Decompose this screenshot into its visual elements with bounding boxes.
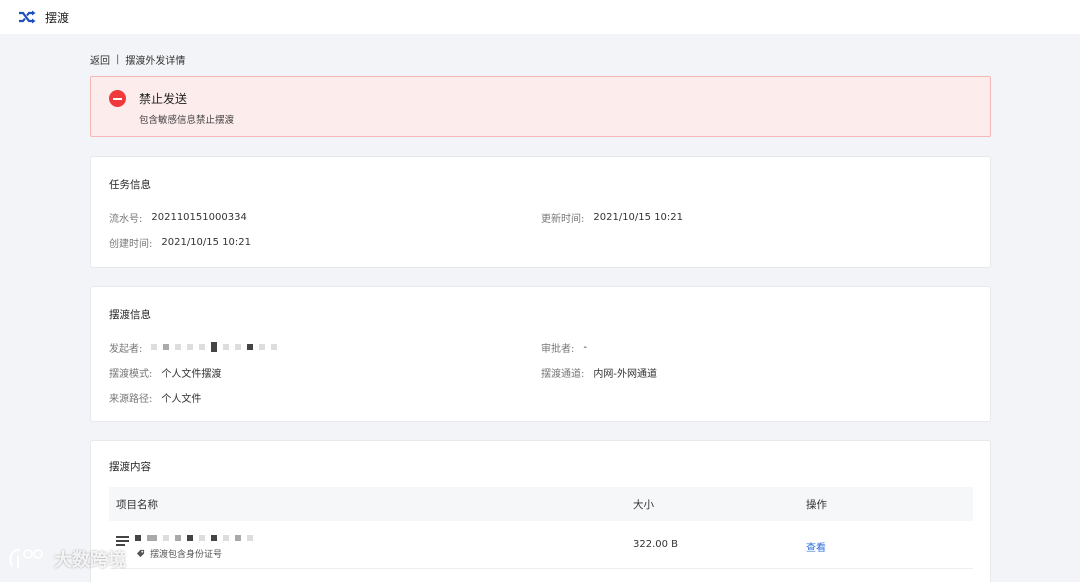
channel-field: 摆渡通道: 内网-外网通道: [541, 365, 657, 380]
tag-icon: [136, 549, 145, 558]
column-header-name: 项目名称: [116, 498, 158, 511]
alert-title: 禁止发送: [139, 92, 188, 106]
mode-field: 摆渡模式: 个人文件摆渡: [109, 365, 221, 380]
forbidden-alert: 禁止发送 包含敏感信息禁止摆渡: [90, 76, 991, 137]
column-header-size: 大小: [633, 498, 654, 511]
page-title: 摆渡外发详情: [125, 56, 186, 67]
table-header: 项目名称 大小 操作: [109, 487, 973, 521]
approver-field: 审批者: -: [541, 340, 587, 355]
mode-label: 摆渡模式:: [109, 369, 153, 380]
source-value: 个人文件: [161, 394, 202, 405]
watermark-logo-icon: [9, 548, 43, 568]
table-row: 摆渡包含身份证号 322.00 B 查看: [109, 521, 973, 569]
file-name-redacted: [135, 533, 259, 544]
card-title: 摆渡内容: [109, 461, 151, 473]
updated-value: 2021/10/15 10:21: [593, 212, 684, 223]
channel-label: 摆渡通道:: [541, 369, 585, 380]
serial-value: 202110151000334: [151, 212, 247, 223]
file-list-icon: [116, 536, 129, 546]
back-link[interactable]: 返回: [90, 52, 110, 67]
serial-label: 流水号:: [109, 214, 143, 225]
alert-description: 包含敏感信息禁止摆渡: [139, 115, 235, 126]
minus-circle-icon: [109, 90, 126, 107]
initiator-value-redacted: [151, 342, 283, 353]
initiator-label: 发起者:: [109, 344, 143, 355]
created-field: 创建时间: 2021/10/15 10:21: [109, 235, 251, 250]
initiator-field: 发起者:: [109, 340, 283, 355]
top-bar: 摆渡: [0, 0, 1080, 34]
column-header-op: 操作: [806, 498, 827, 511]
sensitive-tag-label: 摆渡包含身份证号: [150, 550, 223, 560]
approver-label: 审批者:: [541, 344, 575, 355]
channel-value: 内网-外网通道: [593, 369, 657, 380]
updated-field: 更新时间: 2021/10/15 10:21: [541, 210, 683, 225]
view-link[interactable]: 查看: [806, 539, 826, 554]
source-label: 来源路径:: [109, 394, 153, 405]
card-title: 摆渡信息: [109, 309, 151, 321]
mode-value: 个人文件摆渡: [161, 369, 222, 380]
created-value: 2021/10/15 10:21: [161, 237, 252, 248]
ferry-info-card: 摆渡信息 发起者: 审批者: - 摆渡模式: 个人文件摆渡 摆渡通道: 内网-外…: [90, 286, 991, 422]
watermark-text: 大数跨境: [54, 550, 126, 571]
task-info-card: 任务信息 流水号: 202110151000334 更新时间: 2021/10/…: [90, 156, 991, 268]
shuffle-icon: [17, 7, 37, 27]
serial-field: 流水号: 202110151000334: [109, 210, 247, 225]
file-size: 322.00 B: [633, 539, 679, 550]
watermark: 大数跨境: [6, 546, 126, 572]
approver-value: -: [583, 342, 587, 353]
ferry-content-card: 摆渡内容 项目名称 大小 操作 摆渡包含身份证号 322.00 B 查看: [90, 440, 991, 582]
updated-label: 更新时间:: [541, 214, 585, 225]
card-title: 任务信息: [109, 179, 151, 191]
breadcrumb-separator: |: [116, 54, 120, 65]
created-label: 创建时间:: [109, 239, 153, 250]
source-field: 来源路径: 个人文件: [109, 390, 201, 405]
sensitive-tag: 摆渡包含身份证号: [136, 547, 222, 560]
breadcrumb: 返回 | 摆渡外发详情: [90, 52, 185, 67]
app-title: 摆渡: [45, 10, 70, 25]
